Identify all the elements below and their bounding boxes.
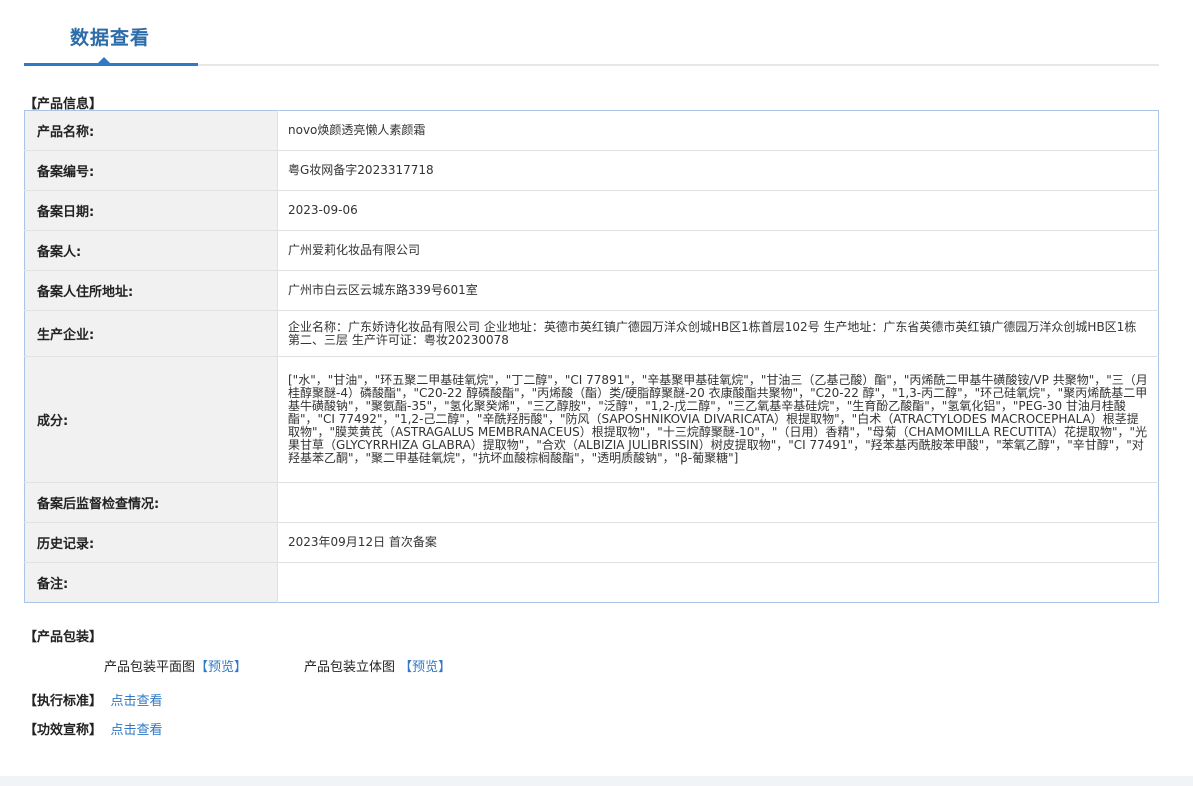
table-row: 备案编号: 粤G妆网备字2023317718 — [24, 150, 1159, 191]
field-label: 备案日期: — [24, 190, 278, 231]
standard-view-link[interactable]: 点击查看 — [111, 694, 163, 709]
field-value: ["水"，"甘油"，"环五聚二甲基硅氧烷"，"丁二醇"，"CI 77891"，"… — [277, 356, 1159, 483]
field-label: 成分: — [24, 356, 278, 483]
standard-label: 【执行标准】 — [24, 694, 103, 709]
table-row: 生产企业: 企业名称：广东娇诗化妆品有限公司 企业地址：英德市英红镇广德园万洋众… — [24, 310, 1159, 357]
package-stereo-item: 产品包装立体图 【预览】 — [304, 656, 451, 675]
field-value: 2023年09月12日 首次备案 — [277, 522, 1159, 563]
field-value: 2023-09-06 — [277, 190, 1159, 231]
field-value: novo焕颜透亮懒人素颜霜 — [288, 123, 426, 137]
package-flat-item: 产品包装平面图【预览】 — [104, 656, 247, 675]
field-label: 历史记录: — [24, 522, 278, 563]
table-row: 备案日期: 2023-09-06 — [24, 190, 1159, 231]
field-label: 产品名称: — [24, 110, 278, 151]
section-product-package: 【产品包装】 — [24, 630, 103, 645]
footer-band — [0, 776, 1193, 786]
efficacy-view-link[interactable]: 点击查看 — [111, 723, 163, 738]
field-label: 备注: — [24, 562, 278, 603]
product-info-table: 产品名称: novo焕颜透亮懒人素颜霜 备案编号: 粤G妆网备字20233177… — [24, 110, 1159, 603]
table-row: 备案人住所地址: 广州市白云区云城东路339号601室 — [24, 270, 1159, 311]
section-standard: 【执行标准】 点击查看 — [24, 690, 163, 709]
field-value — [277, 562, 1159, 603]
page-title: 数据查看 — [70, 27, 151, 49]
field-value — [277, 482, 1159, 523]
active-tab-underline — [24, 63, 198, 66]
field-value: 粤G妆网备字2023317718 — [277, 150, 1159, 191]
field-label: 备案编号: — [24, 150, 278, 191]
active-tab-caret-icon — [98, 57, 110, 63]
field-label: 生产企业: — [24, 310, 278, 357]
table-row: 备案后监督检查情况: — [24, 482, 1159, 523]
section-efficacy: 【功效宣称】 点击查看 — [24, 719, 163, 738]
field-value: 广州市白云区云城东路339号601室 — [277, 270, 1159, 311]
field-label: 备案人: — [24, 230, 278, 271]
package-flat-preview-link[interactable]: 【预览】 — [195, 660, 247, 675]
efficacy-label: 【功效宣称】 — [24, 723, 103, 738]
package-flat-label: 产品包装平面图 — [104, 660, 196, 675]
field-value: 企业名称：广东娇诗化妆品有限公司 企业地址：英德市英红镇广德园万洋众创城HB区1… — [277, 310, 1159, 357]
table-row: 成分: ["水"，"甘油"，"环五聚二甲基硅氧烷"，"丁二醇"，"CI 7789… — [24, 356, 1159, 483]
package-stereo-preview-link[interactable]: 【预览】 — [399, 660, 451, 675]
package-stereo-label: 产品包装立体图 — [304, 660, 396, 675]
table-row: 历史记录: 2023年09月12日 首次备案 — [24, 522, 1159, 563]
field-label: 备案人住所地址: — [24, 270, 278, 311]
table-row: 备案人: 广州爱莉化妆品有限公司 — [24, 230, 1159, 271]
field-label: 备案后监督检查情况: — [24, 482, 278, 523]
table-row: 产品名称: novo焕颜透亮懒人素颜霜 — [24, 110, 1159, 151]
table-row: 备注: — [24, 562, 1159, 603]
field-value: 广州爱莉化妆品有限公司 — [277, 230, 1159, 271]
